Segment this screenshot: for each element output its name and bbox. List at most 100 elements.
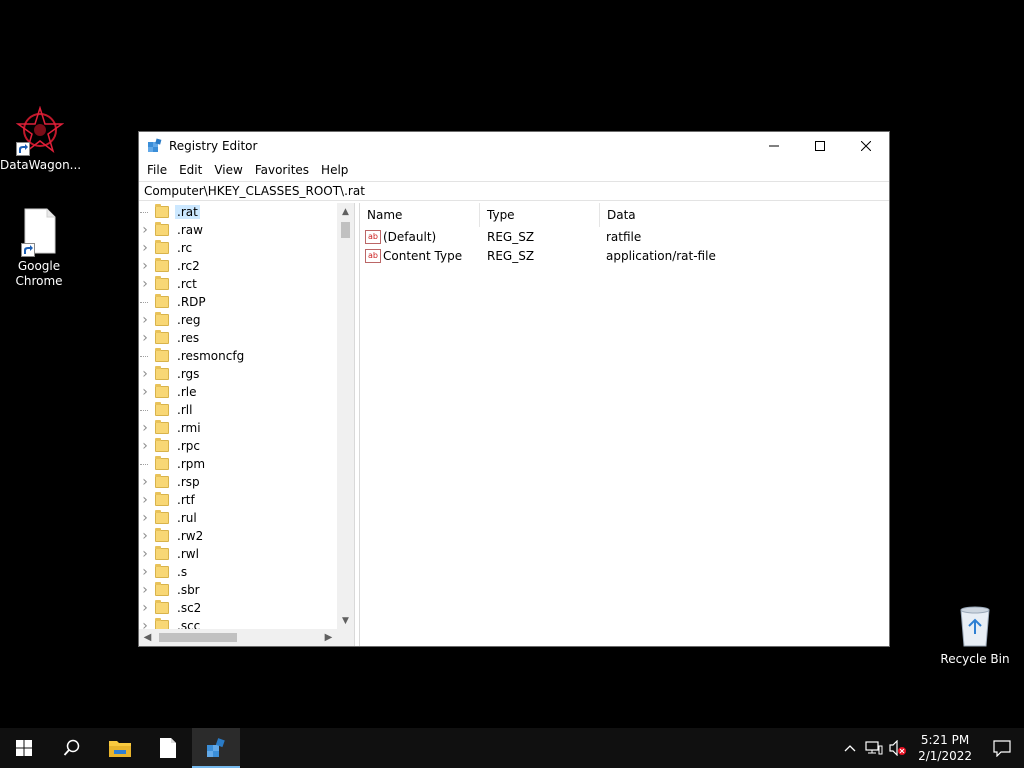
tree-item-label: .RDP [177,295,206,309]
close-button[interactable] [843,132,889,160]
tree-item[interactable]: › .raw [139,221,337,239]
tree-item[interactable]: › .rc2 [139,257,337,275]
tree-item[interactable]: › .rw2 [139,527,337,545]
tree-item[interactable]: › .s [139,563,337,581]
chevron-right-icon[interactable]: › [139,419,151,437]
tree-item[interactable]: › .rmi [139,419,337,437]
tree-connector [139,203,151,221]
search-button[interactable] [48,728,96,768]
scroll-left-icon[interactable]: ◀ [139,632,156,643]
registry-editor-icon [147,138,163,154]
tree-item[interactable]: › .rtf [139,491,337,509]
desktop-icon-datawagon[interactable]: DataWagon... [0,105,81,173]
desktop-icon-recycle-bin[interactable]: Recycle Bin [940,604,1010,666]
scroll-right-icon[interactable]: ▶ [320,632,337,643]
tree-item[interactable]: .rpm [139,455,337,473]
tree-horizontal-scrollbar[interactable]: ◀ ▶ [139,629,337,646]
tree-item[interactable]: › .rc [139,239,337,257]
volume-button[interactable] [886,728,910,768]
scroll-thumb[interactable] [159,633,237,642]
tree-item[interactable]: › .rgs [139,365,337,383]
chevron-right-icon[interactable]: › [139,527,151,545]
shortcut-arrow-icon [21,243,35,257]
minimize-icon [769,145,779,147]
tree-connector [139,293,151,311]
tree-item[interactable]: › .scc [139,617,337,629]
action-center-button[interactable] [980,728,1024,768]
tree-item[interactable]: › .sbr [139,581,337,599]
folder-icon [155,438,169,452]
chevron-right-icon[interactable]: › [139,563,151,581]
value-row[interactable]: ab Content Type REG_SZ application/rat-fi… [360,246,889,265]
scroll-thumb[interactable] [341,222,350,238]
tree-item[interactable]: .rat [139,203,337,221]
notepad-button[interactable] [144,728,192,768]
menu-edit[interactable]: Edit [173,160,208,180]
chevron-right-icon[interactable]: › [139,473,151,491]
column-header-type[interactable]: Type [480,203,600,227]
chevron-right-icon[interactable]: › [139,509,151,527]
value-row[interactable]: ab (Default) REG_SZ ratfile [360,227,889,246]
network-button[interactable] [862,728,886,768]
registry-editor-taskbar-button[interactable] [192,728,240,768]
scroll-up-icon[interactable]: ▲ [337,203,354,220]
chevron-right-icon[interactable]: › [139,365,151,383]
tree-connector [139,347,151,365]
registry-editor-window: Registry Editor File Edit View Favorites… [138,131,890,647]
desktop-icon-google-chrome[interactable]: Google Chrome [0,207,79,289]
tree-item[interactable]: › .rle [139,383,337,401]
chevron-right-icon[interactable]: › [139,383,151,401]
registry-tree[interactable]: .rat › .raw › .rc › .rc2 › .rct .RDP › .reg › .res .re… [139,203,337,629]
chevron-right-icon[interactable]: › [139,599,151,617]
minimize-button[interactable] [751,132,797,160]
chevron-right-icon[interactable]: › [139,329,151,347]
scroll-down-icon[interactable]: ▼ [337,612,354,629]
string-value-icon: ab [365,229,381,244]
tree-item[interactable]: › .sc2 [139,599,337,617]
chevron-right-icon[interactable]: › [139,581,151,599]
chevron-right-icon[interactable]: › [139,437,151,455]
chevron-right-icon[interactable]: › [139,239,151,257]
column-headers: Name Type Data [360,203,889,227]
clock[interactable]: 5:21 PM 2/1/2022 [910,732,980,764]
taskbar: 5:21 PM 2/1/2022 [0,728,1024,768]
menu-help[interactable]: Help [315,160,354,180]
tree-item[interactable]: .RDP [139,293,337,311]
tree-item[interactable]: › .rul [139,509,337,527]
tree-item-label: .res [177,331,200,345]
close-icon [861,141,871,151]
chevron-right-icon[interactable]: › [139,221,151,239]
chevron-right-icon[interactable]: › [139,491,151,509]
maximize-button[interactable] [797,132,843,160]
menu-view[interactable]: View [208,160,248,180]
value-type: REG_SZ [487,248,535,263]
tree-item-label: .rmi [177,421,201,435]
tree-item[interactable]: › .rsp [139,473,337,491]
tree-item-label: .rgs [177,367,200,381]
tree-item[interactable]: › .rpc [139,437,337,455]
tree-item[interactable]: .resmoncfg [139,347,337,365]
shortcut-arrow-icon [16,142,30,156]
chevron-right-icon[interactable]: › [139,617,151,629]
tree-item[interactable]: › .reg [139,311,337,329]
start-button[interactable] [0,728,48,768]
show-hidden-icons-button[interactable] [838,728,862,768]
folder-icon [155,492,169,506]
tree-vertical-scrollbar[interactable]: ▲ ▼ [337,203,354,629]
menu-favorites[interactable]: Favorites [249,160,315,180]
folder-icon [155,366,169,380]
column-header-name[interactable]: Name [360,203,480,227]
title-bar[interactable]: Registry Editor [139,132,889,160]
file-explorer-button[interactable] [96,728,144,768]
chevron-right-icon[interactable]: › [139,545,151,563]
menu-file[interactable]: File [141,160,173,180]
address-bar[interactable]: Computer\HKEY_CLASSES_ROOT\.rat [139,181,889,201]
chevron-right-icon[interactable]: › [139,257,151,275]
chevron-right-icon[interactable]: › [139,311,151,329]
chevron-right-icon[interactable]: › [139,275,151,293]
tree-item[interactable]: › .rwl [139,545,337,563]
column-header-data[interactable]: Data [600,203,636,227]
tree-item[interactable]: › .res [139,329,337,347]
tree-item[interactable]: › .rct [139,275,337,293]
tree-item[interactable]: .rll [139,401,337,419]
